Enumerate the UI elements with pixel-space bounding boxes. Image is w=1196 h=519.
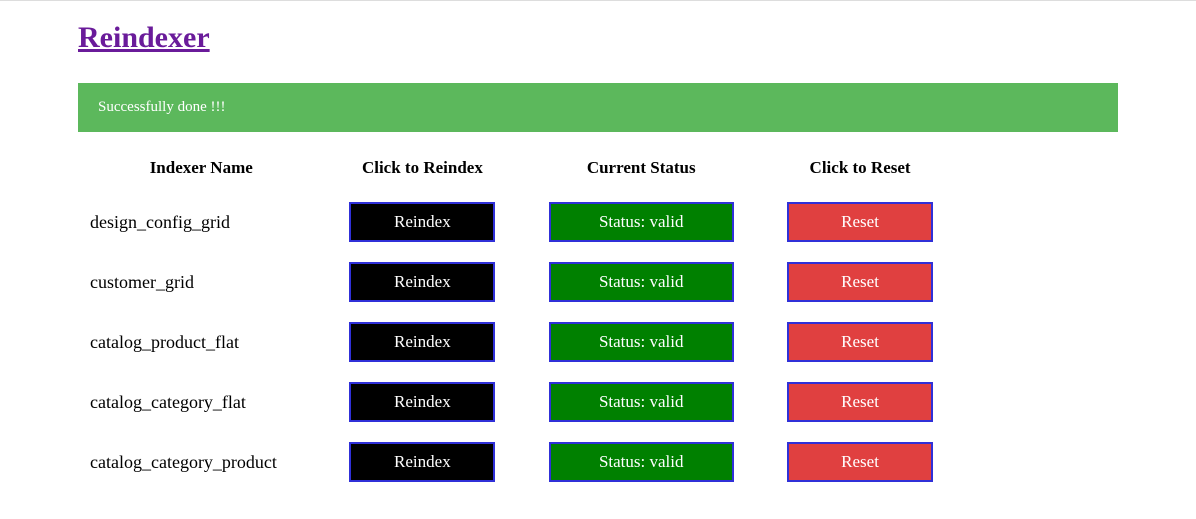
header-indexer-name: Indexer Name [78, 150, 324, 192]
status-badge: Status: valid [549, 202, 734, 242]
table-row: catalog_category_product Reindex Status: v… [78, 432, 958, 492]
success-banner: Successfully done !!! [78, 83, 1118, 132]
reindex-button[interactable]: Reindex [349, 202, 495, 242]
table-row: catalog_product_flat Reindex Status: valid… [78, 312, 958, 372]
header-reset: Click to Reset [762, 150, 958, 192]
reindex-button[interactable]: Reindex [349, 442, 495, 482]
indexer-name: catalog_category_flat [78, 372, 324, 432]
reset-button[interactable]: Reset [787, 262, 933, 302]
status-badge: Status: valid [549, 442, 734, 482]
status-badge: Status: valid [549, 322, 734, 362]
indexer-name: design_config_grid [78, 192, 324, 252]
reset-button[interactable]: Reset [787, 202, 933, 242]
reset-button[interactable]: Reset [787, 442, 933, 482]
reindex-button[interactable]: Reindex [349, 382, 495, 422]
indexer-name: catalog_product_flat [78, 312, 324, 372]
indexer-name: catalog_category_product [78, 432, 324, 492]
table-row: customer_grid Reindex Status: valid Reset [78, 252, 958, 312]
reset-button[interactable]: Reset [787, 382, 933, 422]
status-badge: Status: valid [549, 382, 734, 422]
table-row: catalog_category_flat Reindex Status: vali… [78, 372, 958, 432]
indexer-table: Indexer Name Click to Reindex Current St… [78, 150, 958, 492]
reindex-button[interactable]: Reindex [349, 262, 495, 302]
header-status: Current Status [520, 150, 762, 192]
reset-button[interactable]: Reset [787, 322, 933, 362]
header-reindex: Click to Reindex [324, 150, 520, 192]
indexer-name: customer_grid [78, 252, 324, 312]
reindex-button[interactable]: Reindex [349, 322, 495, 362]
table-row: design_config_grid Reindex Status: valid Re… [78, 192, 958, 252]
page-title[interactable]: Reindexer [78, 21, 210, 55]
status-badge: Status: valid [549, 262, 734, 302]
